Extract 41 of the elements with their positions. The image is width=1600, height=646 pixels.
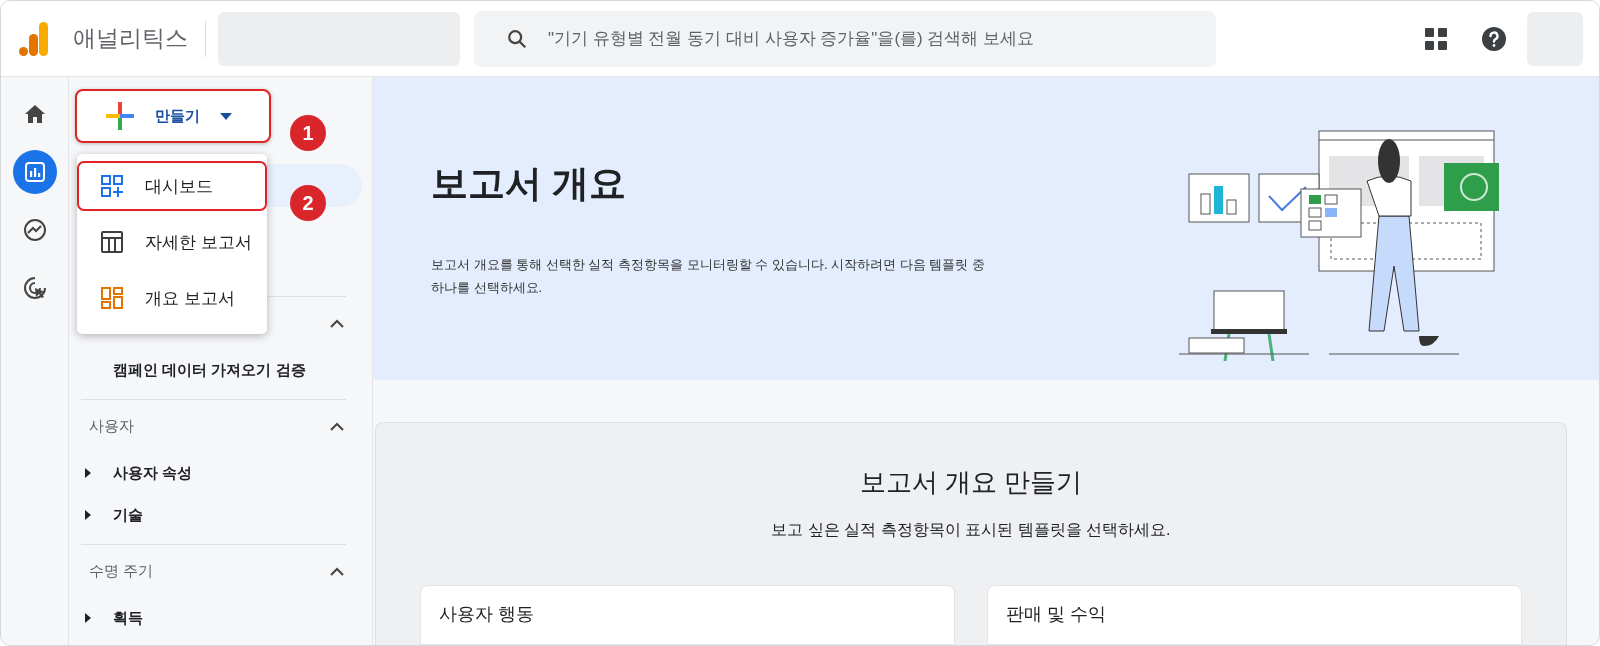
product-name: 애널리틱스 xyxy=(73,24,188,53)
template-title: 판매 및 수익 xyxy=(1006,604,1106,624)
panel-title: 보고서 개요 만들기 xyxy=(859,466,1083,499)
dropdown-caret-icon xyxy=(220,112,232,120)
panel-subtitle: 보고 싶은 실적 측정항목이 표시된 템플릿을 선택하세요. xyxy=(771,520,1171,540)
template-title: 사용자 행동 xyxy=(439,604,534,624)
sidebar-item[interactable]: 획득 xyxy=(113,608,143,628)
overview-grid-icon xyxy=(101,287,123,309)
sidebar-item[interactable]: 사용자 속성 xyxy=(113,463,193,483)
expand-triangle-icon[interactable] xyxy=(85,613,91,623)
dashboard-plus-icon xyxy=(101,175,123,197)
plus-icon xyxy=(105,101,135,131)
template-card[interactable]: 사용자 행동 xyxy=(420,585,955,645)
home-icon xyxy=(23,104,46,124)
chevron-up-icon[interactable] xyxy=(330,566,344,576)
section-title: 사용자 xyxy=(89,416,134,436)
search-field[interactable]: "기기 유형별 전월 동기 대비 사용자 증가율"을(를) 검색해 보세요 xyxy=(474,10,1216,67)
sidebar-item[interactable]: 기술 xyxy=(113,505,143,525)
bar-chart-icon xyxy=(24,162,45,182)
create-button[interactable]: 만들기 xyxy=(75,89,271,143)
expand-triangle-icon[interactable] xyxy=(85,468,91,478)
step-number-badge: 1 xyxy=(290,115,326,151)
menu-item[interactable]: 개요 보고서 xyxy=(77,273,267,323)
target-cursor-icon xyxy=(22,276,47,300)
analytics-logo-icon xyxy=(19,21,49,56)
apps-grid-icon[interactable] xyxy=(1425,27,1447,50)
step-number-badge: 2 xyxy=(290,185,326,221)
nav-rail-button[interactable] xyxy=(12,150,57,194)
page-description: 보고서 개요를 통해 선택한 실적 측정항목을 모니터링할 수 있습니다. 시작하려면 다음 템플릿 중 하나를 선택하세요. xyxy=(431,255,986,297)
expand-triangle-icon[interactable] xyxy=(85,510,91,520)
menu-item[interactable]: 대시보드 xyxy=(77,161,267,211)
table-icon xyxy=(101,231,123,253)
chevron-up-icon[interactable] xyxy=(330,421,344,431)
sidebar-item[interactable]: 캠페인 데이터 가져오기 검증 xyxy=(113,360,306,380)
chevron-up-icon[interactable] xyxy=(330,318,344,328)
menu-item[interactable]: 자세한 보고서 xyxy=(77,217,267,267)
section-title: 수명 주기 xyxy=(89,561,154,581)
help-icon[interactable] xyxy=(1481,25,1507,52)
trend-circle-icon xyxy=(22,218,47,242)
template-card[interactable]: 판매 및 수익 xyxy=(987,585,1522,645)
page-title: 보고서 개요 xyxy=(431,161,628,206)
